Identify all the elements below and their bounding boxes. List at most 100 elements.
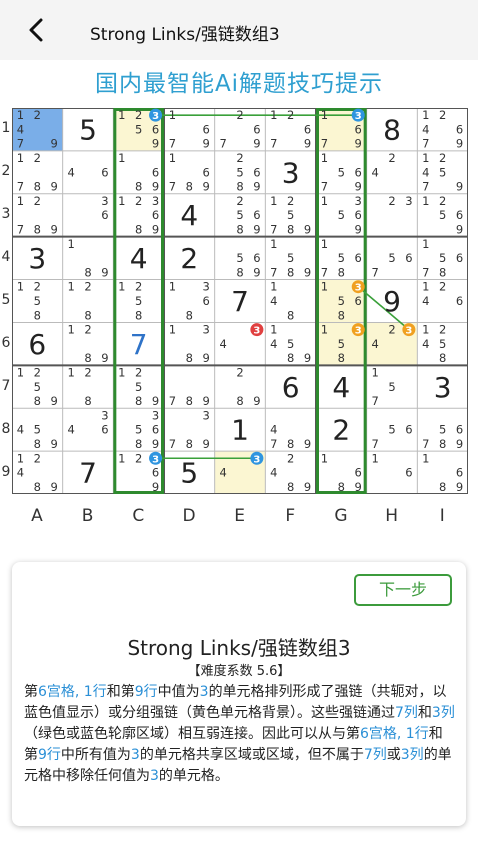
candidate-digit: 2 <box>34 451 41 465</box>
candidate-digit: 2 <box>236 194 243 208</box>
column-label: A <box>31 506 43 526</box>
description-text: 和第 <box>106 684 135 700</box>
candidate-digit: 1 <box>270 194 277 208</box>
candidate-digit: 2 <box>439 108 446 122</box>
candidate-digit: 7 <box>169 437 176 451</box>
candidate-digit: 8 <box>186 437 193 451</box>
candidate-digit: 1 <box>371 365 378 379</box>
cell-value: 7 <box>130 328 148 361</box>
candidate-digit: 6 <box>405 466 412 480</box>
cell-value: 4 <box>332 371 350 404</box>
candidate-digit: 4 <box>422 122 429 136</box>
candidate-digit: 8 <box>338 308 345 322</box>
candidate-digit: 8 <box>34 308 41 322</box>
candidate-digit: 9 <box>152 137 159 151</box>
candidate-digit: 4 <box>219 337 226 351</box>
candidate-digit: 8 <box>236 223 243 237</box>
hint-description: 第6宫格, 1行和第9行中值为3的单元格排列形成了强链（共轭对，以蓝色值显示）或… <box>24 682 456 787</box>
candidate-digit: 8 <box>34 480 41 494</box>
candidate-digit: 2 <box>388 194 395 208</box>
candidate-digit: 3 <box>152 454 159 465</box>
candidate-digit: 9 <box>101 265 108 279</box>
row-label: 6 <box>1 335 11 351</box>
candidate-digit: 7 <box>422 137 429 151</box>
candidate-digit: 3 <box>253 454 260 465</box>
candidate-digit: 8 <box>34 437 41 451</box>
candidate-digit: 7 <box>169 180 176 194</box>
candidate-digit: 2 <box>439 323 446 337</box>
cell-value: 8 <box>383 113 401 146</box>
candidate-digit: 8 <box>236 265 243 279</box>
candidate-digit: 8 <box>186 394 193 408</box>
candidate-digit: 9 <box>152 437 159 451</box>
description-text: 第 <box>24 684 38 700</box>
candidate-digit: 1 <box>169 108 176 122</box>
candidate-digit: 3 <box>355 194 362 208</box>
candidate-digit: 1 <box>118 194 125 208</box>
highlight-text: 9行 <box>134 684 158 700</box>
next-step-button[interactable]: 下一步 <box>354 574 452 606</box>
candidate-digit: 5 <box>439 208 446 222</box>
candidate-digit: 8 <box>135 180 142 194</box>
candidate-digit: 4 <box>219 466 226 480</box>
candidate-digit: 2 <box>236 108 243 122</box>
candidate-digit: 8 <box>34 223 41 237</box>
candidate-digit: 8 <box>439 265 446 279</box>
candidate-digit: 2 <box>135 280 142 294</box>
candidate-digit: 5 <box>338 251 345 265</box>
back-arrow-icon[interactable] <box>22 14 50 46</box>
candidate-digit: 1 <box>321 280 328 294</box>
candidate-digit: 9 <box>355 223 362 237</box>
candidate-digit: 6 <box>456 294 463 308</box>
candidate-digit: 8 <box>186 351 193 365</box>
candidate-digit: 9 <box>203 394 210 408</box>
candidate-digit: 6 <box>152 208 159 222</box>
candidate-digit: 1 <box>422 323 429 337</box>
candidate-digit: 6 <box>456 466 463 480</box>
highlight-text: 6宫格, 1行 <box>38 684 107 700</box>
description-text: 或 <box>386 747 401 763</box>
sudoku-board[interactable]: 1 247 9 5 1 2 35 69167 9267 91 267 91 367 9 8 1 24 67 91 27… <box>12 108 468 494</box>
candidate-digit: 1 <box>321 194 328 208</box>
candidate-digit: 9 <box>203 437 210 451</box>
candidate-digit: 8 <box>338 265 345 279</box>
candidate-digit: 1 <box>118 108 125 122</box>
candidate-digit: 2 <box>236 365 243 379</box>
candidate-digit: 5 <box>338 165 345 179</box>
candidate-digit: 2 <box>135 194 142 208</box>
candidate-digit: 1 <box>118 451 125 465</box>
candidate-digit: 1 <box>17 194 24 208</box>
row-label: 8 <box>1 421 11 437</box>
cell-value: 7 <box>231 285 249 318</box>
candidate-digit: 1 <box>169 151 176 165</box>
candidate-digit: 3 <box>152 408 159 422</box>
candidate-digit: 6 <box>253 165 260 179</box>
cell-value: 6 <box>282 371 300 404</box>
candidate-digit: 1 <box>270 323 277 337</box>
candidate-digit: 8 <box>287 308 294 322</box>
candidate-digit: 5 <box>388 251 395 265</box>
candidate-digit: 1 <box>371 451 378 465</box>
candidate-digit: 3 <box>405 326 412 337</box>
candidate-digit: 8 <box>186 180 193 194</box>
column-label: D <box>182 506 196 526</box>
candidate-digit: 6 <box>456 208 463 222</box>
candidate-digit: 9 <box>304 223 311 237</box>
highlight-text: 6宫格, 1行 <box>360 726 429 742</box>
candidate-digit: 6 <box>203 165 210 179</box>
candidate-digit: 5 <box>388 380 395 394</box>
cell-value: 7 <box>79 457 97 490</box>
candidate-digit: 9 <box>101 351 108 365</box>
candidate-digit: 8 <box>439 351 446 365</box>
candidate-digit: 9 <box>355 180 362 194</box>
candidate-digit: 8 <box>84 351 91 365</box>
column-label: B <box>81 506 94 526</box>
candidate-digit: 9 <box>304 480 311 494</box>
candidate-digit: 9 <box>456 437 463 451</box>
candidate-digit: 5 <box>135 423 142 437</box>
highlight-text: 7列 <box>395 705 418 721</box>
candidate-digit: 9 <box>456 223 463 237</box>
column-label: H <box>385 506 398 526</box>
candidate-digit: 4 <box>270 337 277 351</box>
candidate-digit: 2 <box>34 280 41 294</box>
